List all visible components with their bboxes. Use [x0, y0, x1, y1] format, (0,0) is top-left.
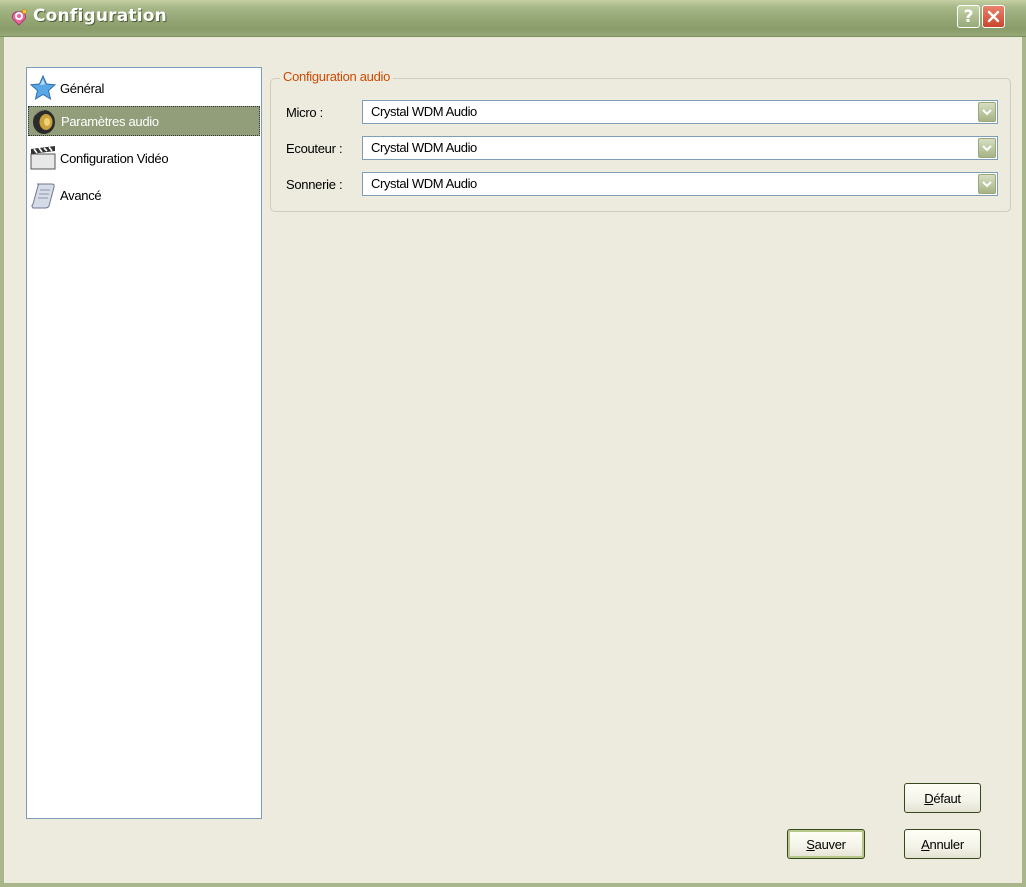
default-button-label: éfaut — [933, 790, 961, 806]
ecouteur-select[interactable]: Crystal WDM Audio — [362, 136, 998, 160]
nav-item-label: Avancé — [60, 187, 102, 203]
configuration-window: Configuration ? Général Paramètres audio… — [0, 0, 1026, 887]
default-button[interactable]: Défaut — [904, 783, 981, 813]
save-button-mnemonic: S — [806, 836, 815, 852]
ecouteur-value: Crystal WDM Audio — [371, 140, 477, 155]
scroll-icon — [28, 180, 60, 210]
save-button[interactable]: Sauver — [787, 829, 865, 859]
micro-value: Crystal WDM Audio — [371, 104, 477, 119]
sonnerie-select[interactable]: Crystal WDM Audio — [362, 172, 998, 196]
settings-nav-list[interactable]: Général Paramètres audio Configuration V… — [26, 67, 262, 819]
chevron-down-icon[interactable] — [978, 174, 996, 194]
cancel-button-mnemonic: A — [921, 836, 930, 852]
nav-item-general[interactable]: Général — [28, 73, 260, 103]
clapperboard-icon — [28, 143, 60, 173]
star-icon — [28, 73, 60, 103]
save-button-label: auver — [814, 836, 846, 852]
speaker-icon — [29, 106, 61, 136]
nav-item-label: Général — [60, 80, 105, 96]
cancel-button-label: nnuler — [929, 836, 965, 852]
window-title: Configuration — [33, 6, 167, 26]
app-icon — [12, 8, 28, 26]
nav-item-advanced[interactable]: Avancé — [28, 180, 260, 210]
micro-label: Micro : — [286, 105, 323, 120]
nav-item-label: Paramètres audio — [61, 113, 159, 129]
title-bar[interactable]: Configuration ? — [0, 0, 1026, 37]
nav-item-video-configuration[interactable]: Configuration Vidéo — [28, 143, 260, 173]
sonnerie-label: Sonnerie : — [286, 177, 343, 192]
help-button[interactable]: ? — [957, 5, 980, 28]
ecouteur-label: Ecouteur : — [286, 141, 343, 156]
nav-item-audio-settings[interactable]: Paramètres audio — [28, 106, 260, 136]
chevron-down-icon[interactable] — [978, 138, 996, 158]
sonnerie-value: Crystal WDM Audio — [371, 176, 477, 191]
default-button-mnemonic: D — [924, 790, 934, 806]
close-icon — [987, 10, 1000, 23]
close-button[interactable] — [982, 5, 1005, 28]
nav-item-label: Configuration Vidéo — [60, 150, 169, 166]
group-title: Configuration audio — [280, 69, 394, 84]
micro-select[interactable]: Crystal WDM Audio — [362, 100, 998, 124]
help-icon: ? — [963, 6, 974, 27]
chevron-down-icon[interactable] — [978, 102, 996, 122]
cancel-button[interactable]: Annuler — [904, 829, 981, 859]
